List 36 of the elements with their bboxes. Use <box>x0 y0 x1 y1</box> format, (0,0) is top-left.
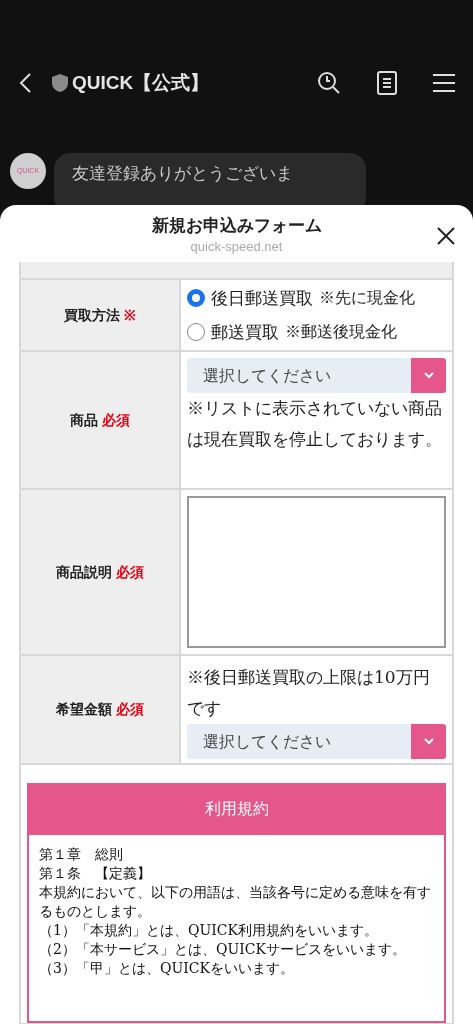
search-icon[interactable] <box>317 71 341 95</box>
select-field[interactable]: 選択してください <box>187 358 446 393</box>
terms-heading: 利用規約 <box>29 783 444 835</box>
field-label: 商品説明 <box>56 562 112 582</box>
required-mark: 必須 <box>102 410 130 430</box>
note-text: ※リストに表示されていない商品は現在買取を停止しております。 <box>187 397 443 451</box>
close-icon[interactable] <box>437 227 455 245</box>
sheet-title: 新規お申込みフォーム <box>151 215 322 237</box>
radio-button[interactable] <box>187 323 205 341</box>
chevron-down-icon <box>423 372 434 379</box>
required-mark: 必須 <box>116 562 144 582</box>
terms-text: 本規約において、以下の用語は、当該各号に定める意味を有するものとします。 <box>39 883 432 921</box>
select-field[interactable]: 選択してください <box>187 724 446 759</box>
back-icon[interactable] <box>18 72 32 94</box>
radio-button[interactable] <box>187 289 205 307</box>
radio-option[interactable]: 後日郵送買取 ※先に現金化 <box>187 281 446 315</box>
terms-text: 第１条 【定義】 <box>39 864 152 883</box>
chat-title: QUICK【公式】 <box>72 70 210 95</box>
field-label: 買取方法 <box>64 305 120 325</box>
terms-text: 第１章 総則 <box>39 845 124 864</box>
field-label: 希望金額 <box>56 700 112 719</box>
field-label: 商品 <box>70 410 98 430</box>
note-text: ※後日郵送買取の上限は10万円です <box>187 666 431 720</box>
note-icon[interactable] <box>377 71 397 95</box>
menu-icon[interactable] <box>433 73 455 93</box>
terms-text: （3）「甲」とは、QUICKをいいます。 <box>39 959 295 978</box>
chevron-down-icon <box>423 738 434 745</box>
shield-icon <box>52 74 68 92</box>
message-text: 友達登録ありがとうございま <box>72 164 293 183</box>
terms-text: （1）「本規約」とは、QUICK利用規約をいいます。 <box>39 921 379 940</box>
terms-text: （2）「本サービス」とは、QUICKサービスをいいます。 <box>39 940 407 959</box>
radio-option[interactable]: 郵送買取 ※郵送後現金化 <box>187 315 446 349</box>
required-mark: 必須 <box>116 700 144 719</box>
sheet-domain: quick-speed.net <box>190 238 283 255</box>
required-mark: ※ <box>124 305 136 325</box>
description-textarea[interactable] <box>187 496 446 648</box>
